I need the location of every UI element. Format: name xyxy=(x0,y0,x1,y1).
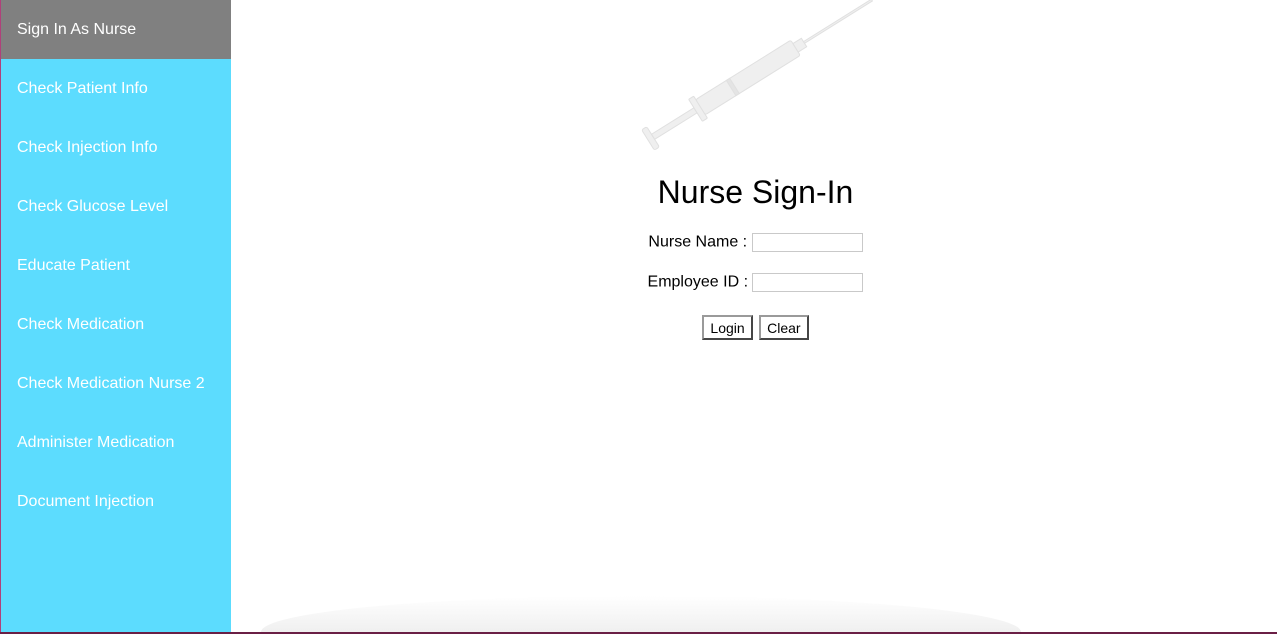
sidebar-item-check-medication-nurse-2[interactable]: Check Medication Nurse 2 xyxy=(1,354,231,413)
sidebar-item-check-medication[interactable]: Check Medication xyxy=(1,295,231,354)
employee-id-input[interactable] xyxy=(752,273,864,292)
sidebar-item-educate-patient[interactable]: Educate Patient xyxy=(1,236,231,295)
sidebar-item-administer-medication[interactable]: Administer Medication xyxy=(1,413,231,472)
sidebar-item-document-injection[interactable]: Document Injection xyxy=(1,472,231,531)
clear-button[interactable]: Clear xyxy=(759,315,809,340)
syringe-icon xyxy=(641,0,874,150)
sidebar-item-check-injection-info[interactable]: Check Injection Info xyxy=(1,118,231,177)
sidebar-nav: Sign In As Nurse Check Patient Info Chec… xyxy=(0,0,231,632)
form-buttons: Login Clear xyxy=(231,315,1277,340)
sidebar-item-check-glucose-level[interactable]: Check Glucose Level xyxy=(1,177,231,236)
nurse-name-label: Nurse Name : xyxy=(648,233,748,251)
login-button[interactable]: Login xyxy=(702,315,753,340)
sidebar-item-sign-in-as-nurse[interactable]: Sign In As Nurse xyxy=(1,0,231,59)
footer-shadow xyxy=(261,596,1021,632)
nurse-name-row: Nurse Name : xyxy=(231,233,1277,252)
sidebar-item-check-patient-info[interactable]: Check Patient Info xyxy=(1,59,231,118)
nurse-name-input[interactable] xyxy=(751,233,863,252)
page-title: Nurse Sign-In xyxy=(657,174,854,210)
employee-id-label: Employee ID : xyxy=(647,273,749,291)
employee-id-row: Employee ID : xyxy=(231,273,1277,292)
main-content: Nurse Sign-In Nurse Name : Employee ID :… xyxy=(231,0,1277,632)
